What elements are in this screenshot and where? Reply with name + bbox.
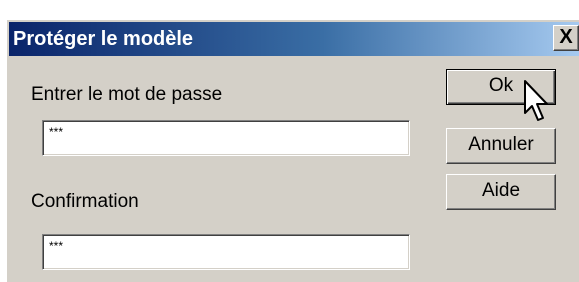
password-label: Entrer le mot de passe [31,84,223,105]
password-input[interactable]: *** [42,120,410,156]
protect-template-dialog: Protéger le modèle X Entrer le mot de pa… [6,19,579,282]
title-bar[interactable]: Protéger le modèle X [9,22,579,56]
confirmation-input[interactable]: *** [42,234,410,270]
mouse-pointer-icon [524,80,548,121]
close-icon: X [559,26,573,48]
cancel-button[interactable]: Annuler [446,128,556,164]
close-button[interactable]: X [553,25,579,51]
dialog-title: Protéger le modèle [13,28,194,50]
help-button[interactable]: Aide [446,174,556,210]
confirmation-label: Confirmation [31,191,139,212]
